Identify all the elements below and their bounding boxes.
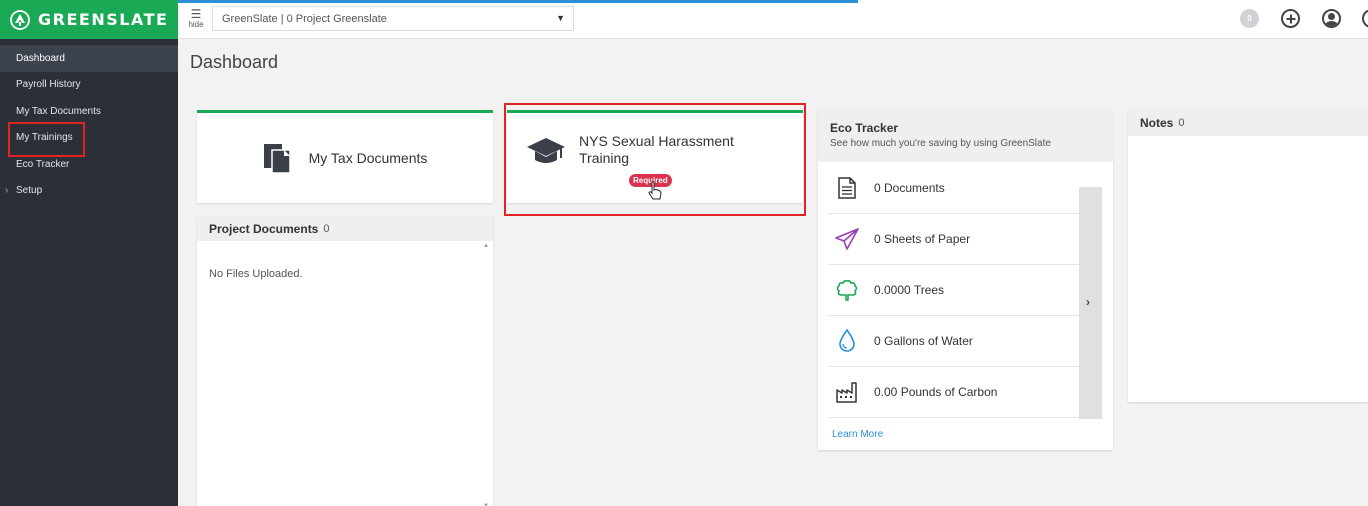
eco-row-water: 0 Gallons of Water — [829, 316, 1090, 367]
caret-down-icon: ▼ — [556, 13, 565, 23]
sidebar-item-label: Payroll History — [16, 79, 81, 91]
sidebar-item-dashboard[interactable]: Dashboard — [0, 45, 178, 72]
tree-icon — [835, 278, 859, 302]
trainings-highlight-box — [8, 122, 85, 157]
user-account-icon[interactable] — [1322, 9, 1341, 28]
project-documents-header: Project Documents 0 — [197, 216, 493, 241]
topbar: ☰ hide GreenSlate | 0 Project Greenslate… — [178, 0, 1368, 39]
eco-row-paper: 0 Sheets of Paper — [829, 214, 1090, 265]
eco-row-carbon: 0.00 Pounds of Carbon — [829, 367, 1090, 418]
sidebar-item-setup[interactable]: › Setup — [0, 178, 178, 205]
notes-header: Notes 0 — [1128, 110, 1368, 136]
eco-row-text: 0 Documents — [874, 181, 945, 195]
factory-icon — [835, 380, 859, 404]
sidebar-item-label: Dashboard — [16, 52, 65, 64]
sidebar: GREENSLATE Dashboard Payroll History My … — [0, 0, 178, 506]
sidebar-item-payroll-history[interactable]: Payroll History — [0, 72, 178, 99]
eco-row-text: 0.00 Pounds of Carbon — [874, 385, 998, 399]
document-icon — [835, 176, 859, 200]
notes-title: Notes — [1140, 116, 1174, 130]
tax-documents-card[interactable]: My Tax Documents — [197, 110, 493, 203]
brand-header[interactable]: GREENSLATE — [0, 0, 178, 39]
sidebar-item-label: My Tax Documents — [16, 105, 101, 117]
water-drop-icon — [835, 329, 859, 353]
eco-row-text: 0 Gallons of Water — [874, 334, 973, 348]
project-documents-title: Project Documents — [209, 221, 319, 236]
project-select[interactable]: GreenSlate | 0 Project Greenslate ▼ — [212, 6, 574, 31]
chevron-right-icon: › — [1086, 295, 1090, 309]
eco-row-trees: 0.0000 Trees — [829, 265, 1090, 316]
page-title: Dashboard — [190, 52, 279, 72]
eco-tracker-subtitle: See how much you're saving by using Gree… — [830, 138, 1051, 149]
paper-plane-icon — [835, 227, 859, 251]
scroll-up-icon[interactable]: ▲ — [483, 243, 489, 249]
eco-tracker-card: Eco Tracker See how much you're saving b… — [818, 110, 1113, 450]
menu-icon: ☰ — [190, 7, 202, 21]
eco-row-documents: 0 Documents — [829, 163, 1090, 214]
sidebar-item-label: Setup — [16, 185, 43, 197]
sidebar-item-my-tax-documents[interactable]: My Tax Documents — [0, 98, 178, 125]
tax-documents-label: My Tax Documents — [308, 150, 428, 166]
learn-more-link[interactable]: Learn More — [832, 429, 883, 440]
training-highlight-box — [504, 103, 806, 216]
eco-tracker-next-button[interactable]: › — [1079, 187, 1102, 419]
project-documents-body: No Files Uploaded. ▲ ▼ — [197, 241, 493, 506]
project-documents-count: 0 — [323, 222, 330, 235]
hide-label: hide — [188, 20, 204, 29]
notes-card: Notes 0 — [1128, 110, 1368, 402]
loading-accent-bar — [178, 0, 858, 3]
sidebar-item-label: Eco Tracker — [16, 158, 70, 170]
eco-tracker-header: Eco Tracker See how much you're saving b… — [818, 110, 1113, 162]
scrollbar[interactable]: ▲ ▼ — [481, 243, 491, 506]
chevron-right-icon: › — [5, 185, 9, 197]
tax-documents-icon — [263, 144, 291, 174]
notes-count: 0 — [1178, 117, 1185, 129]
empty-message: No Files Uploaded. — [209, 268, 303, 280]
hide-sidebar-button[interactable]: ☰ hide — [186, 8, 206, 34]
add-circle-icon[interactable] — [1281, 9, 1300, 28]
help-icon[interactable] — [1362, 9, 1368, 28]
eco-row-text: 0 Sheets of Paper — [874, 232, 971, 246]
brand-name: GREENSLATE — [38, 10, 169, 29]
notification-badge[interactable]: 0 — [1240, 9, 1259, 28]
eco-tracker-title: Eco Tracker — [830, 121, 899, 135]
eco-row-text: 0.0000 Trees — [874, 283, 945, 297]
project-documents-card: Project Documents 0 No Files Uploaded. ▲… — [197, 216, 493, 506]
greenslate-logo-icon — [10, 9, 30, 30]
project-select-value: GreenSlate | 0 Project Greenslate — [222, 12, 387, 25]
